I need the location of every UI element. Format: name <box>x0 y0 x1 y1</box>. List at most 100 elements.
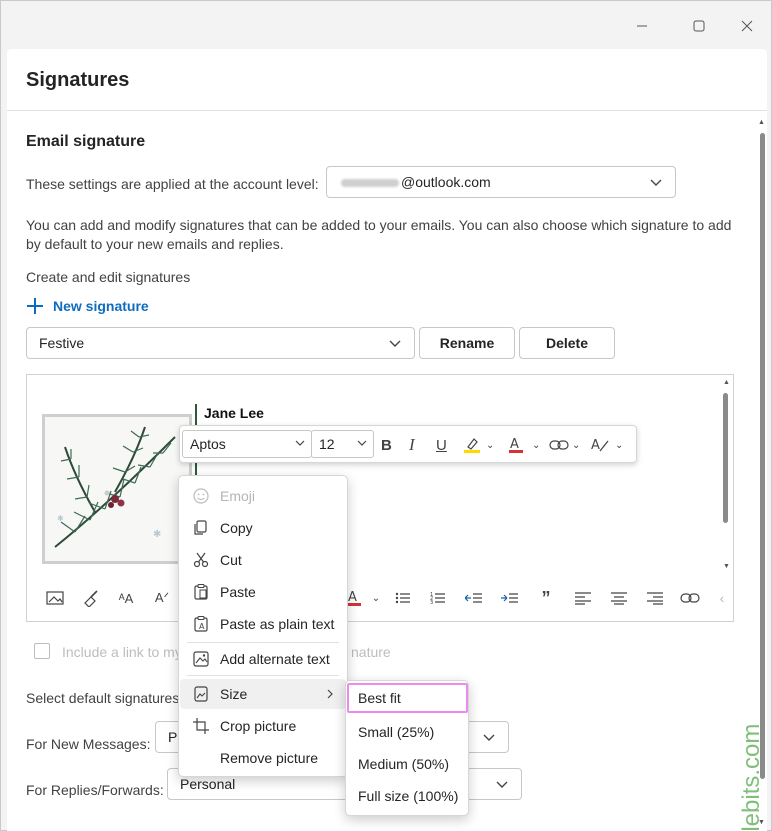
new-messages-label: For New Messages: <box>26 736 151 752</box>
font-size-value: 12 <box>319 436 335 452</box>
font-color-icon[interactable]: A <box>508 434 524 456</box>
increase-indent-icon[interactable] <box>499 587 521 609</box>
menu-item-remove-picture[interactable]: Remove picture <box>180 743 346 773</box>
redacted-email <box>341 179 399 188</box>
submenu-item-label: Full size (100%) <box>358 788 459 804</box>
chevron-down-icon[interactable]: ⌄ <box>532 434 540 456</box>
delete-button[interactable]: Delete <box>519 327 615 359</box>
include-link-checkbox[interactable] <box>34 643 50 659</box>
font-size-select[interactable]: 12 <box>311 430 374 458</box>
menu-separator <box>187 675 339 676</box>
paste-plain-text-icon: A <box>192 615 210 633</box>
svg-text:✱: ✱ <box>57 514 64 523</box>
menu-item-label: Paste as plain text <box>220 616 335 632</box>
submenu-item-full-size[interactable]: Full size (100%) <box>347 781 468 811</box>
rename-button[interactable]: Rename <box>419 327 515 359</box>
text-effects-icon[interactable]: Aᐟ <box>151 587 173 609</box>
font-value: Aptos <box>190 436 226 452</box>
emoji-icon <box>192 487 210 505</box>
chevron-down-icon[interactable]: ⌄ <box>615 434 623 456</box>
bullets-icon[interactable] <box>392 587 414 609</box>
svg-text:A: A <box>348 590 357 605</box>
menu-item-cut[interactable]: Cut <box>180 545 346 575</box>
link-icon[interactable] <box>549 434 569 456</box>
quote-icon[interactable]: ” <box>535 587 557 609</box>
svg-text:3: 3 <box>430 600 433 605</box>
app-window: Signatures ▲ ▼ Email signature These set… <box>0 0 772 831</box>
format-painter-icon[interactable] <box>79 587 101 609</box>
italic-icon[interactable]: I <box>409 434 415 456</box>
submenu-item-best-fit[interactable]: Best fit <box>347 683 468 713</box>
minimize-icon <box>637 25 647 27</box>
font-select[interactable]: Aptos <box>182 430 312 458</box>
editor-scroll-down-icon[interactable]: ▼ <box>723 563 730 570</box>
plus-icon <box>27 298 43 314</box>
minimize-button[interactable] <box>627 11 657 41</box>
chevron-down-icon <box>357 440 367 446</box>
signature-select-value: Festive <box>39 335 85 351</box>
editor-scroll-up-icon[interactable]: ▲ <box>723 379 730 386</box>
highlight-icon[interactable] <box>463 434 481 456</box>
size-icon <box>192 685 210 703</box>
svg-text:✱: ✱ <box>153 529 161 540</box>
svg-text:A: A <box>199 622 205 631</box>
menu-item-size[interactable]: Size <box>180 679 346 709</box>
chevron-right-icon <box>327 689 333 699</box>
editor-toolbar: ᴬA Aᐟ A ⌄ 123 ” ‹ <box>27 583 733 613</box>
menu-item-paste[interactable]: Paste <box>180 577 346 607</box>
title-bar <box>1 1 771 49</box>
menu-item-copy[interactable]: Copy <box>180 513 346 543</box>
crop-icon <box>192 717 210 735</box>
account-select-value: @outlook.com <box>341 174 491 190</box>
svg-text:A: A <box>591 438 600 453</box>
menu-item-alt-text[interactable]: Add alternate text <box>180 644 346 674</box>
chevron-left-icon[interactable]: ‹ <box>711 587 733 609</box>
numbering-icon[interactable]: 123 <box>427 587 449 609</box>
decrease-indent-icon[interactable] <box>463 587 485 609</box>
align-center-icon[interactable] <box>608 587 630 609</box>
menu-item-label: Crop picture <box>220 718 297 734</box>
font-size-icon[interactable]: ᴬA <box>115 587 137 609</box>
chevron-down-icon[interactable]: ⌄ <box>365 587 387 609</box>
account-level-label: These settings are applied at the accoun… <box>26 176 319 192</box>
editor-scroll-thumb[interactable] <box>723 393 728 523</box>
align-right-icon[interactable] <box>644 587 666 609</box>
chevron-down-icon[interactable]: ⌄ <box>572 434 580 456</box>
link-icon[interactable] <box>679 587 701 609</box>
scroll-up-icon[interactable]: ▲ <box>758 119 765 126</box>
submenu-item-small[interactable]: Small (25%) <box>347 717 468 747</box>
menu-separator <box>187 642 339 643</box>
signature-image[interactable]: ✱ ✱ <box>42 414 192 564</box>
signature-editor[interactable]: ▲ ▼ ✱ ✱ Jane Lee ᴬA Aᐟ A ⌄ 1 2 3 ” ‹ <box>26 374 734 622</box>
include-link-label-start: Include a link to my <box>62 644 182 660</box>
page-title: Signatures <box>26 69 130 91</box>
bold-icon[interactable]: B <box>381 434 392 456</box>
chevron-down-icon[interactable]: ⌄ <box>486 434 494 456</box>
menu-item-label: Remove picture <box>220 750 319 766</box>
submenu-item-label: Small (25%) <box>358 724 435 740</box>
account-select[interactable]: @outlook.com <box>326 166 676 198</box>
underline-icon[interactable]: U <box>436 434 447 456</box>
include-link-label-end: nature <box>351 644 391 660</box>
submenu-item-label: Medium (50%) <box>358 756 450 772</box>
panel-scroll-thumb[interactable] <box>760 133 765 779</box>
pine-branch-icon: ✱ ✱ <box>54 426 176 548</box>
create-edit-label: Create and edit signatures <box>26 269 191 285</box>
description-line-1: You can add and modify signatures that c… <box>26 217 732 233</box>
watermark-text: Ablebits.com <box>738 724 765 831</box>
signature-select[interactable]: Festive <box>26 327 415 359</box>
align-left-icon[interactable] <box>572 587 594 609</box>
close-button[interactable] <box>732 11 762 41</box>
section-heading: Email signature <box>26 133 146 150</box>
insert-picture-icon[interactable] <box>44 587 66 609</box>
cut-icon <box>192 551 210 569</box>
chevron-down-icon <box>650 179 662 186</box>
default-signatures-label: Select default signatures <box>26 690 180 706</box>
size-submenu: Best fit Small (25%) Medium (50%) Full s… <box>345 680 469 816</box>
clear-formatting-icon[interactable]: A <box>590 434 610 456</box>
maximize-button[interactable] <box>684 11 714 41</box>
menu-item-emoji: Emoji <box>180 481 346 511</box>
submenu-item-medium[interactable]: Medium (50%) <box>347 749 468 779</box>
menu-item-paste-plain[interactable]: A Paste as plain text <box>180 609 346 639</box>
menu-item-crop[interactable]: Crop picture <box>180 711 346 741</box>
